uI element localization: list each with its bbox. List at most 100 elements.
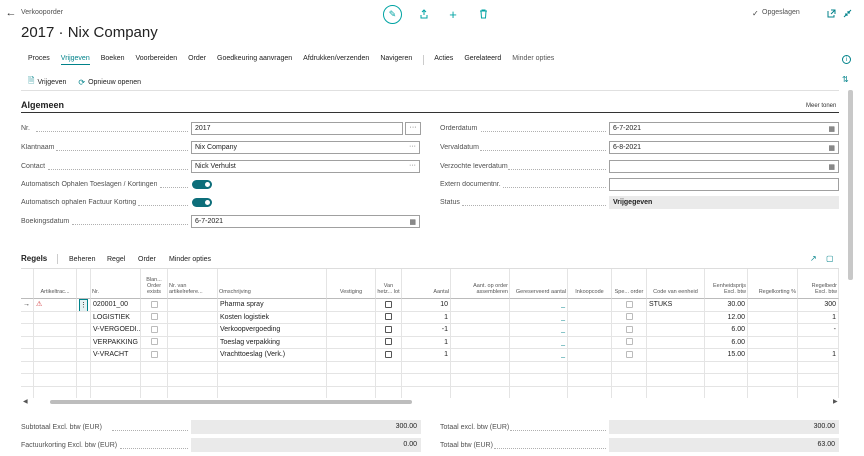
cell-samelot[interactable] [376, 311, 402, 324]
menu-actions[interactable]: Acties [434, 55, 453, 65]
menu-navigate[interactable]: Navigeren [380, 55, 412, 65]
row-menu-icon[interactable]: ⋮ [79, 299, 88, 311]
lines-menu-manage[interactable]: Beheren [69, 256, 95, 263]
cell-samelot[interactable] [376, 349, 402, 362]
cell-price[interactable]: 30.00 [705, 299, 748, 312]
cell-menu[interactable] [77, 349, 91, 362]
col-header-item-tracking[interactable]: Artikeltrac... [34, 269, 77, 299]
cell-asm[interactable] [451, 299, 510, 312]
cell-price[interactable]: 15.00 [705, 349, 748, 362]
cell-disc[interactable] [748, 311, 798, 324]
expand-view-icon[interactable]: ▢ [826, 254, 834, 263]
menu-prepare[interactable]: Voorbereiden [135, 55, 177, 65]
cell-reserved[interactable]: _ [510, 299, 568, 312]
cell-desc[interactable]: Kosten logistiek [218, 311, 327, 324]
menu-request-approval[interactable]: Goedkeuring aanvragen [217, 55, 292, 65]
cell-sel[interactable]: → [21, 299, 34, 312]
checkbox[interactable] [385, 313, 392, 321]
cell-ref[interactable] [168, 336, 218, 349]
cell-ref[interactable] [168, 349, 218, 362]
cell-purch[interactable] [568, 299, 612, 312]
share-icon[interactable]: ↗ [810, 254, 817, 263]
horizontal-scrollbar[interactable]: ◀ ▶ [21, 398, 839, 406]
cell-samelot[interactable] [376, 324, 402, 337]
cell-nr[interactable]: V-VERGOEDI... [91, 324, 141, 337]
cell-asm[interactable] [451, 336, 510, 349]
cell-qty[interactable]: 1 [402, 311, 451, 324]
scroll-left-icon[interactable]: ◀ [23, 398, 28, 405]
cell-track[interactable] [34, 349, 77, 362]
nr-field[interactable]: 2017 [191, 122, 403, 135]
info-icon[interactable]: i [842, 55, 851, 64]
col-header-purchasing-code[interactable]: Inkoopcode [568, 269, 612, 299]
cell-unit[interactable]: STUKS [647, 299, 705, 312]
cell-sel[interactable] [21, 349, 34, 362]
lines-menu-order[interactable]: Order [138, 256, 156, 263]
cell-disc[interactable] [748, 336, 798, 349]
checkbox[interactable] [385, 350, 392, 358]
calendar-icon[interactable]: ▦ [828, 163, 835, 171]
col-header-unit-price[interactable]: Eenheidsprijs Excl. btw [705, 269, 748, 299]
cell-reserved[interactable]: _ [510, 311, 568, 324]
col-header-unit-code[interactable]: Code van eenheid [647, 269, 705, 299]
col-header-location[interactable]: Vestiging [327, 269, 376, 299]
cell-price[interactable]: 12.00 [705, 311, 748, 324]
col-header-quantity[interactable]: Aantal [402, 269, 451, 299]
nr-lookup-button[interactable]: ··· [405, 122, 421, 135]
cell-special[interactable] [612, 324, 647, 337]
cell-disc[interactable] [748, 324, 798, 337]
checkbox[interactable] [385, 325, 392, 333]
cell-desc[interactable]: Pharma spray [218, 299, 327, 312]
order-date-field[interactable]: 6-7-2021 ▦ [609, 122, 839, 135]
col-header-qty-assemble[interactable]: Aant. op order assembleren [451, 269, 510, 299]
cell-blanket[interactable] [141, 336, 168, 349]
cell-menu[interactable] [77, 311, 91, 324]
cell-loc[interactable] [327, 349, 376, 362]
cell-special[interactable] [612, 336, 647, 349]
cell-sel[interactable] [21, 311, 34, 324]
customer-name-field[interactable]: Nix Company ··· [191, 141, 420, 154]
col-header-special-order[interactable]: Spe... order [612, 269, 647, 299]
cell-unit[interactable] [647, 349, 705, 362]
cell-ref[interactable] [168, 299, 218, 312]
scrollbar-thumb[interactable] [50, 400, 412, 404]
personalize-icon[interactable]: ⇅ [842, 75, 849, 84]
menu-process[interactable]: Proces [28, 55, 50, 65]
cell-nr[interactable]: V-VRACHT [91, 349, 141, 362]
cell-amount[interactable]: 1 [798, 311, 839, 324]
cell-asm[interactable] [451, 349, 510, 362]
cell-ref[interactable] [168, 311, 218, 324]
cell-desc[interactable]: Vrachttoeslag (Verk.) [218, 349, 327, 362]
open-new-window-icon[interactable] [826, 8, 836, 18]
show-more-link[interactable]: Meer tonen [806, 103, 836, 109]
calendar-icon[interactable]: ▦ [828, 144, 835, 152]
col-header-item-ref[interactable]: Nr. van artikelrefere... [168, 269, 218, 299]
col-header-line-amount[interactable]: Regelbedr Excl. btw [798, 269, 839, 299]
col-header-reserved[interactable]: Gereserveerd aantal [510, 269, 568, 299]
due-date-field[interactable]: 6-8-2021 ▦ [609, 141, 839, 154]
cell-disc[interactable] [748, 299, 798, 312]
cell-price[interactable]: 6.00 [705, 324, 748, 337]
lookup-ellipsis-icon[interactable]: ··· [409, 143, 416, 150]
col-header-description[interactable]: Omschrijving [218, 269, 327, 299]
cell-amount[interactable]: - [798, 324, 839, 337]
col-header-same-lot[interactable]: Van hetz... lot [376, 269, 402, 299]
back-arrow-icon[interactable]: ← [4, 6, 18, 20]
cell-reserved[interactable]: _ [510, 336, 568, 349]
cell-desc[interactable]: Verkoopvergoeding [218, 324, 327, 337]
calendar-icon[interactable]: ▦ [409, 218, 416, 226]
cell-special[interactable] [612, 349, 647, 362]
cell-qty[interactable]: -1 [402, 324, 451, 337]
cell-asm[interactable] [451, 311, 510, 324]
cell-unit[interactable] [647, 324, 705, 337]
menu-release[interactable]: Vrijgeven [60, 55, 90, 65]
cell-ref[interactable] [168, 324, 218, 337]
cell-loc[interactable] [327, 324, 376, 337]
auto-surcharges-toggle[interactable] [192, 180, 212, 189]
cell-track[interactable] [34, 311, 77, 324]
cell-special[interactable] [612, 311, 647, 324]
reopen-button[interactable]: ⟳ Opnieuw openen [78, 75, 141, 89]
cell-desc[interactable]: Toeslag verpakking [218, 336, 327, 349]
cell-samelot[interactable] [376, 299, 402, 312]
col-header-nr[interactable]: Nr. [91, 269, 141, 299]
